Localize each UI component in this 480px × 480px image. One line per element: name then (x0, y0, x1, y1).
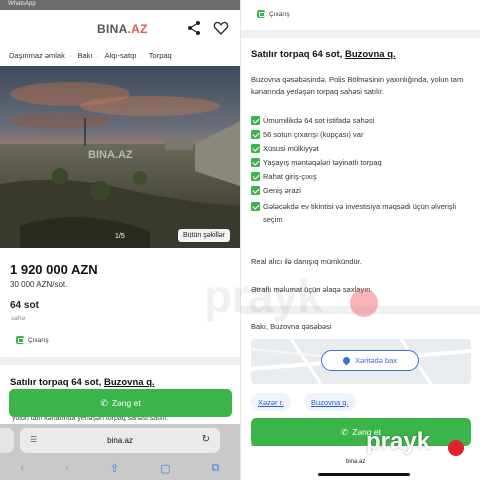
extract-badge: Çıxarış (16, 336, 49, 344)
document-icon (257, 10, 265, 18)
tabs-icon[interactable]: ⧉ (212, 462, 220, 475)
map-preview[interactable]: Xəritədə bax (251, 339, 471, 384)
logo-suffix: .AZ (127, 22, 148, 36)
watermark-dot (350, 289, 378, 317)
feature-item: Xüsusi mülkiyyət (251, 144, 476, 154)
listing-description: Buzovna qəsəbəsində, Polis Bölməsinin ya… (251, 75, 464, 96)
address-url: bina.az (346, 459, 366, 465)
site-header: BINA.AZ (0, 14, 240, 42)
listing-title: Satılır torpaq 64 sot, Buzovna q. (251, 49, 396, 60)
photo-watermark: BINA.AZ (88, 149, 133, 161)
address-bar[interactable]: ☰ bina.az ↻ (20, 428, 220, 453)
feature-item: Geniş ərazi (251, 186, 476, 196)
feature-text: Gələcəkdə ev tikintisi və investisiya mə… (263, 202, 457, 224)
screenshot-frame: WhatsApp BINA.AZ Daşınmaz əmlak · Bakı · A… (0, 0, 480, 480)
center-watermark: prayk (204, 270, 323, 322)
corner-watermark-dot (448, 440, 464, 456)
feature-text: Yaşayış məntəqələri təyinatlı torpaq (263, 158, 382, 167)
share-icon[interactable] (186, 20, 202, 36)
breadcrumb-item[interactable]: Bakı (77, 51, 92, 60)
listing-photo[interactable]: BINA.AZ 1/5 Bütün şəkillər (0, 66, 240, 248)
call-button[interactable]: ✆ Zəng et (9, 389, 232, 417)
phone-icon: ✆ (100, 397, 108, 408)
feature-item: 56 sotun çıxarışı (kupçası) var (251, 130, 476, 140)
document-icon (16, 336, 24, 344)
call-button-label: Zəng et (111, 398, 141, 408)
area-value: 64 sot (10, 300, 39, 311)
listing-price: 1 920 000 AZN (10, 262, 98, 277)
check-icon (251, 186, 260, 195)
previous-tab-preview[interactable] (0, 428, 14, 453)
map-pin-icon (341, 355, 352, 366)
breadcrumb-item[interactable]: Torpaq (149, 51, 172, 60)
breadcrumb-separator: · (68, 51, 72, 60)
logo-text: BINA (97, 22, 128, 36)
status-bar: WhatsApp (0, 0, 240, 10)
check-icon (251, 158, 260, 167)
bookmarks-icon[interactable]: ▢ (160, 462, 170, 475)
price-per-unit: 30 000 AZN/sot. (10, 280, 68, 289)
feature-text: Rahat giriş-çıxış (263, 172, 317, 181)
back-icon[interactable]: ‹ (21, 462, 25, 474)
address-url: bina.az (107, 436, 133, 445)
forward-icon[interactable]: › (65, 462, 69, 474)
extract-badge: Çıxarış (257, 10, 290, 18)
feature-item: Gələcəkdə ev tikintisi və investisiya mə… (251, 200, 476, 226)
check-icon (251, 172, 260, 181)
feature-item: Rahat giriş-çıxış (251, 172, 476, 182)
listing-title: Satılır torpaq 64 sot, Buzovna q. (10, 377, 155, 388)
settlement-chip[interactable]: Buzovna q. (304, 393, 356, 411)
reload-icon[interactable]: ↻ (202, 434, 210, 445)
feature-item: Ümumilikdə 64 sot istifadə sahəsi (251, 116, 476, 126)
breadcrumb-separator: · (140, 51, 143, 60)
section-divider (0, 357, 240, 365)
all-photos-button[interactable]: Bütün şəkillər (177, 229, 230, 242)
listing-title-text: Satılır torpaq 64 sot, (10, 377, 104, 388)
district-chip-label: Xəzər r. (258, 397, 284, 407)
listing-title-place-link[interactable]: Buzovna q. (345, 49, 396, 60)
phone-icon: ✆ (341, 426, 349, 437)
district-chip[interactable]: Xəzər r. (251, 393, 291, 411)
status-app-label: WhatsApp (8, 1, 36, 7)
call-button[interactable]: ✆ Zəng et (251, 418, 471, 446)
check-icon (251, 202, 260, 211)
feature-text: 56 sotun çıxarışı (kupçası) var (263, 130, 364, 139)
left-phone-screen: WhatsApp BINA.AZ Daşınmaz əmlak · Bakı · A… (0, 0, 240, 480)
section-divider (241, 30, 480, 38)
area-label: sahə (11, 315, 26, 322)
site-logo[interactable]: BINA.AZ (97, 22, 148, 36)
view-on-map-label: Xəritədə bax (354, 356, 398, 365)
extract-badge-label: Çıxarış (28, 336, 49, 344)
check-icon (251, 116, 260, 125)
corner-watermark: prayk (366, 428, 431, 455)
note-negotiable: Real alıcı ilə danışıq mümkündür. (251, 257, 362, 266)
share-icon[interactable]: ⇪ (110, 462, 119, 475)
breadcrumb-separator: · (96, 51, 99, 60)
browser-toolbar: ☰ bina.az ↻ ‹ › ⇪ ▢ ⧉ (0, 424, 240, 480)
feature-text: Geniş ərazi (263, 186, 301, 195)
breadcrumb-item[interactable]: Daşınmaz əmlak (9, 51, 65, 60)
heart-icon[interactable] (213, 20, 229, 36)
extract-badge-label: Çıxarış (269, 10, 290, 18)
feature-item: Yaşayış məntəqələri təyinatlı torpaq (251, 158, 476, 168)
browser-nav-row: ‹ › ⇪ ▢ ⧉ (0, 458, 240, 478)
listing-title-place-link[interactable]: Buzovna q. (104, 377, 155, 388)
photo-counter: 1/5 (115, 233, 125, 240)
settlement-chip-label: Buzovna q. (311, 397, 349, 407)
check-icon (251, 130, 260, 139)
home-indicator (318, 473, 410, 476)
address-text: Bakı, Buzovna qəsəbəsi (251, 322, 332, 331)
feature-text: Ümumilikdə 64 sot istifadə sahəsi (263, 116, 375, 125)
right-phone-screen: Çıxarış Satılır torpaq 64 sot, Buzovna q… (240, 0, 480, 480)
reader-icon[interactable]: ☰ (30, 435, 37, 444)
breadcrumb: Daşınmaz əmlak · Bakı · Alqı-satqı · Torpaq (9, 51, 176, 60)
view-on-map-button[interactable]: Xəritədə bax (321, 350, 419, 371)
breadcrumb-item[interactable]: Alqı-satqı (105, 51, 137, 60)
feature-text: Xüsusi mülkiyyət (263, 144, 319, 153)
check-icon (251, 144, 260, 153)
listing-title-text: Satılır torpaq 64 sot, (251, 49, 345, 60)
